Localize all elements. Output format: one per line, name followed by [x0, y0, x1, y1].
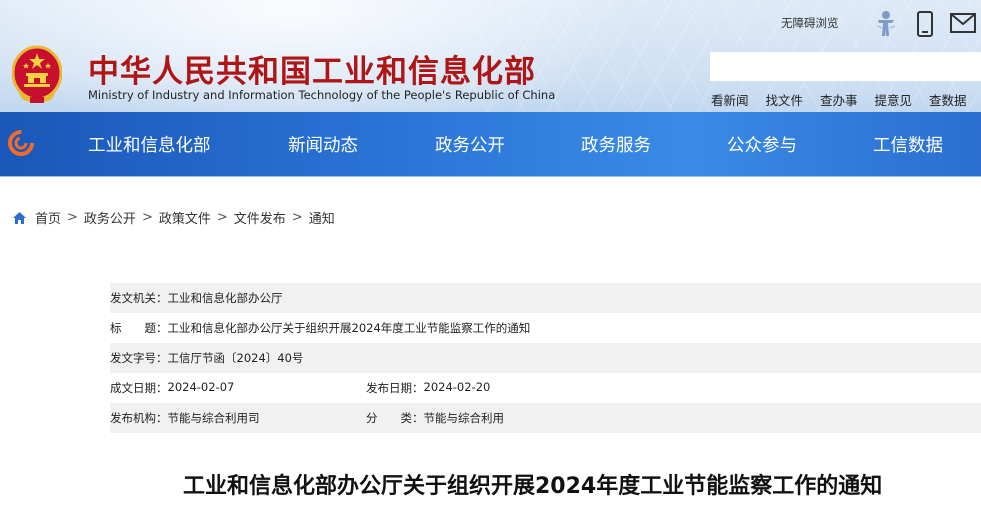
breadcrumb-file-release[interactable]: 文件发布 [234, 208, 286, 227]
issuer-label: 发文机关： [110, 291, 168, 305]
meta-row-doc-no: 发文字号： 工信厅节函〔2024〕40号 [110, 343, 981, 373]
meta-row-title: 标 题： 工业和信息化部办公厅关于组织开展2024年度工业节能监察工作的通知 [110, 313, 981, 343]
category-label: 分 类： [366, 411, 424, 425]
nav-item-participation[interactable]: 公众参与 [727, 132, 797, 157]
mobile-phone-icon[interactable] [916, 10, 934, 38]
home-icon[interactable] [12, 211, 27, 225]
breadcrumb-notice[interactable]: 通知 [309, 208, 335, 227]
breadcrumb: 首页 > 政务公开 > 政策文件 > 文件发布 > 通知 [12, 208, 335, 227]
published-date-label: 发布日期： [366, 381, 424, 395]
agency-label: 发布机构： [110, 411, 168, 425]
quick-link-services[interactable]: 查办事 [820, 93, 858, 108]
meta-row-dates: 成文日期： 2024-02-07 发布日期： 2024-02-20 [110, 373, 981, 403]
published-date-value: 2024-02-20 [423, 380, 491, 394]
category-value: 节能与综合利用 [423, 411, 505, 425]
title-value: 工业和信息化部办公厅关于组织开展2024年度工业节能监察工作的通知 [167, 321, 531, 335]
issuer-value: 工业和信息化部办公厅 [167, 291, 283, 305]
miit-logo-icon[interactable] [8, 130, 34, 156]
nav-item-data[interactable]: 工信数据 [873, 132, 943, 157]
site-subtitle: Ministry of Industry and Information Tec… [88, 88, 556, 102]
quick-link-news[interactable]: 看新闻 [711, 93, 749, 108]
nav-item-news[interactable]: 新闻动态 [288, 132, 358, 157]
article-title: 工业和信息化部办公厅关于组织开展2024年度工业节能监察工作的通知 [183, 474, 883, 499]
quick-link-data[interactable]: 查数据 [929, 93, 967, 108]
breadcrumb-separator: > [291, 210, 303, 225]
site-title: 中华人民共和国工业和信息化部 [88, 54, 536, 90]
top-utility-links: 无障碍浏览 [781, 8, 981, 38]
nav-item-services[interactable]: 政务服务 [581, 132, 651, 157]
mail-icon[interactable] [949, 10, 977, 36]
breadcrumb-separator: > [141, 210, 153, 225]
title-label: 标 题： [110, 321, 168, 335]
document-meta-table: 发文机关： 工业和信息化部办公厅 标 题： 工业和信息化部办公厅关于组织开展20… [110, 283, 981, 433]
nav-item-ministry[interactable]: 工业和信息化部 [88, 132, 211, 157]
created-date-label: 成文日期： [110, 381, 168, 395]
breadcrumb-public-affairs[interactable]: 政务公开 [84, 208, 136, 227]
nav-item-public-affairs[interactable]: 政务公开 [435, 132, 505, 157]
doc-no-label: 发文字号： [110, 351, 168, 365]
accessibility-person-icon[interactable] [875, 10, 897, 38]
breadcrumb-separator: > [216, 210, 228, 225]
agency-value: 节能与综合利用司 [167, 411, 260, 425]
site-search-input[interactable] [710, 52, 981, 81]
quick-links: 看新闻 找文件 查办事 提意见 查数据 [711, 90, 980, 109]
created-date-value: 2024-02-07 [167, 380, 235, 394]
quick-link-feedback[interactable]: 提意见 [875, 93, 913, 108]
doc-no-value: 工信厅节函〔2024〕40号 [167, 351, 304, 365]
meta-row-issuer: 发文机关： 工业和信息化部办公厅 [110, 283, 981, 313]
accessibility-link[interactable]: 无障碍浏览 [781, 15, 839, 31]
meta-row-agency: 发布机构： 节能与综合利用司 分 类： 节能与综合利用 [110, 403, 981, 433]
breadcrumb-home[interactable]: 首页 [35, 208, 61, 227]
main-nav: 工业和信息化部 新闻动态 政务公开 政务服务 公众参与 工信数据 [0, 112, 981, 176]
breadcrumb-separator: > [67, 210, 78, 225]
breadcrumb-policy-files[interactable]: 政策文件 [159, 208, 211, 227]
quick-link-files[interactable]: 找文件 [766, 93, 804, 108]
national-emblem-icon[interactable] [12, 43, 62, 105]
